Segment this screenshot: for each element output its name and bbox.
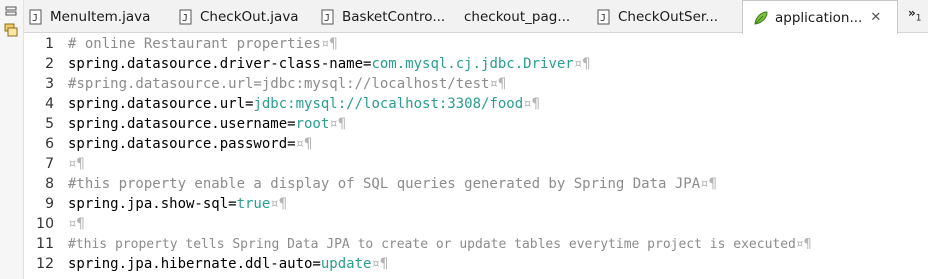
java-file-icon: J — [179, 9, 192, 24]
property-key: spring.datasource.driver-class-name= — [68, 56, 372, 72]
property-key: spring.datasource.url= — [68, 96, 254, 112]
svg-text:J: J — [600, 13, 606, 24]
line-end-marker: ¤¶ — [68, 156, 85, 172]
tab-overflow-button[interactable]: »1 — [908, 6, 922, 23]
code-line: 5 spring.datasource.username= root ¤¶ — [24, 114, 346, 134]
line-end-marker: ¤¶ — [700, 176, 718, 192]
line-number: 1 — [45, 36, 54, 52]
code-line: 2 spring.datasource.driver-class-name= c… — [24, 54, 591, 74]
tab-label: CheckOutSer... — [618, 8, 719, 25]
properties-leaf-icon — [754, 10, 768, 25]
line-number: 12 — [36, 256, 54, 272]
comment-text: #spring.datasource.url=jdbc:mysql://loca… — [68, 76, 490, 92]
comment-text: # online Restaurant properties — [68, 36, 321, 52]
property-key: spring.jpa.show-sql= — [68, 196, 237, 212]
tab-label: application... — [775, 9, 863, 26]
property-value: jdbc:mysql://localhost:3308/food — [253, 96, 524, 112]
close-icon[interactable]: ✕ — [870, 10, 881, 25]
line-end-marker: ¤¶ — [795, 236, 812, 252]
code-line: 8 #this property enable a display of SQL… — [24, 174, 717, 194]
line-end-marker: ¤¶ — [320, 36, 338, 52]
line-number: 8 — [45, 176, 54, 192]
property-value: update — [320, 256, 372, 272]
property-key: spring.datasource.username= — [68, 116, 296, 132]
svg-text:J: J — [324, 13, 330, 24]
java-file-icon: J — [597, 9, 610, 24]
tab-menuitem-java[interactable]: J MenuItem.java — [28, 0, 178, 33]
property-value: true — [236, 196, 271, 212]
code-line: 9 spring.jpa.show-sql= true ¤¶ — [24, 194, 287, 214]
property-key: spring.jpa.hibernate.ddl-auto= — [68, 256, 321, 272]
comment-text: #this property tells Spring Data JPA to … — [68, 236, 796, 252]
code-line: 6 spring.datasource.password= ¤¶ — [24, 134, 312, 154]
comment-text: #this property enable a display of SQL q… — [68, 176, 701, 192]
line-number: 9 — [45, 196, 54, 212]
tab-checkout-java[interactable]: J CheckOut.java — [178, 0, 320, 33]
line-number: 2 — [45, 56, 54, 72]
line-end-marker: ¤¶ — [371, 256, 389, 272]
minimize-icon[interactable] — [3, 4, 19, 20]
line-end-marker: ¤¶ — [489, 76, 507, 92]
svg-text:J: J — [182, 13, 188, 24]
restore-icon[interactable] — [3, 22, 19, 38]
properties-editor[interactable]: 1 # online Restaurant properties ¤¶ 2 sp… — [24, 34, 928, 279]
line-end-marker: ¤¶ — [573, 56, 591, 72]
line-end-marker: ¤¶ — [270, 196, 288, 212]
svg-text:J: J — [32, 13, 38, 24]
tab-checkout-page[interactable]: checkout_pag... — [464, 0, 596, 33]
java-file-icon: J — [321, 9, 334, 24]
tab-label: CheckOut.java — [200, 8, 299, 25]
line-number: 11 — [36, 236, 54, 252]
line-end-marker: ¤¶ — [68, 216, 85, 232]
left-toolbar — [0, 0, 24, 279]
editor-tab-bar: J MenuItem.java J CheckOut.java J Basket… — [24, 0, 928, 34]
tab-application-properties[interactable]: application... ✕ — [742, 0, 898, 34]
line-end-marker: ¤¶ — [295, 136, 313, 152]
java-file-icon: J — [29, 9, 42, 24]
tab-checkoutservice-java[interactable]: J CheckOutSer... — [596, 0, 742, 33]
property-value: root — [295, 116, 330, 132]
line-number: 7 — [45, 156, 54, 172]
line-number: 3 — [45, 76, 54, 92]
line-number: 10 — [36, 216, 54, 232]
line-end-marker: ¤¶ — [523, 96, 541, 112]
code-line: 12 spring.jpa.hibernate.ddl-auto= update… — [24, 254, 388, 274]
overflow-count: 1 — [915, 13, 922, 24]
tab-label: checkout_pag... — [464, 8, 571, 25]
code-line: 4 spring.datasource.url= jdbc:mysql://lo… — [24, 94, 540, 114]
chevron-double-right-icon: » — [908, 6, 916, 20]
line-number: 6 — [45, 136, 54, 152]
line-end-marker: ¤¶ — [329, 116, 347, 132]
property-key: spring.datasource.password= — [68, 136, 296, 152]
code-line: 11 #this property tells Spring Data JPA … — [24, 234, 812, 254]
tab-label: MenuItem.java — [50, 8, 151, 25]
code-line: 3 #spring.datasource.url=jdbc:mysql://lo… — [24, 74, 506, 94]
line-number: 5 — [45, 116, 54, 132]
line-number: 4 — [45, 96, 54, 112]
tab-label: BasketContro... — [342, 8, 446, 25]
code-line: 1 # online Restaurant properties ¤¶ — [24, 34, 338, 54]
tab-basketcontroller-java[interactable]: J BasketContro... — [320, 0, 462, 33]
code-line: 7 ¤¶ — [24, 154, 85, 174]
code-line: 10 ¤¶ — [24, 214, 85, 234]
property-value: com.mysql.cj.jdbc.Driver — [371, 56, 574, 72]
editor-window: J MenuItem.java J CheckOut.java J Basket… — [0, 0, 928, 279]
